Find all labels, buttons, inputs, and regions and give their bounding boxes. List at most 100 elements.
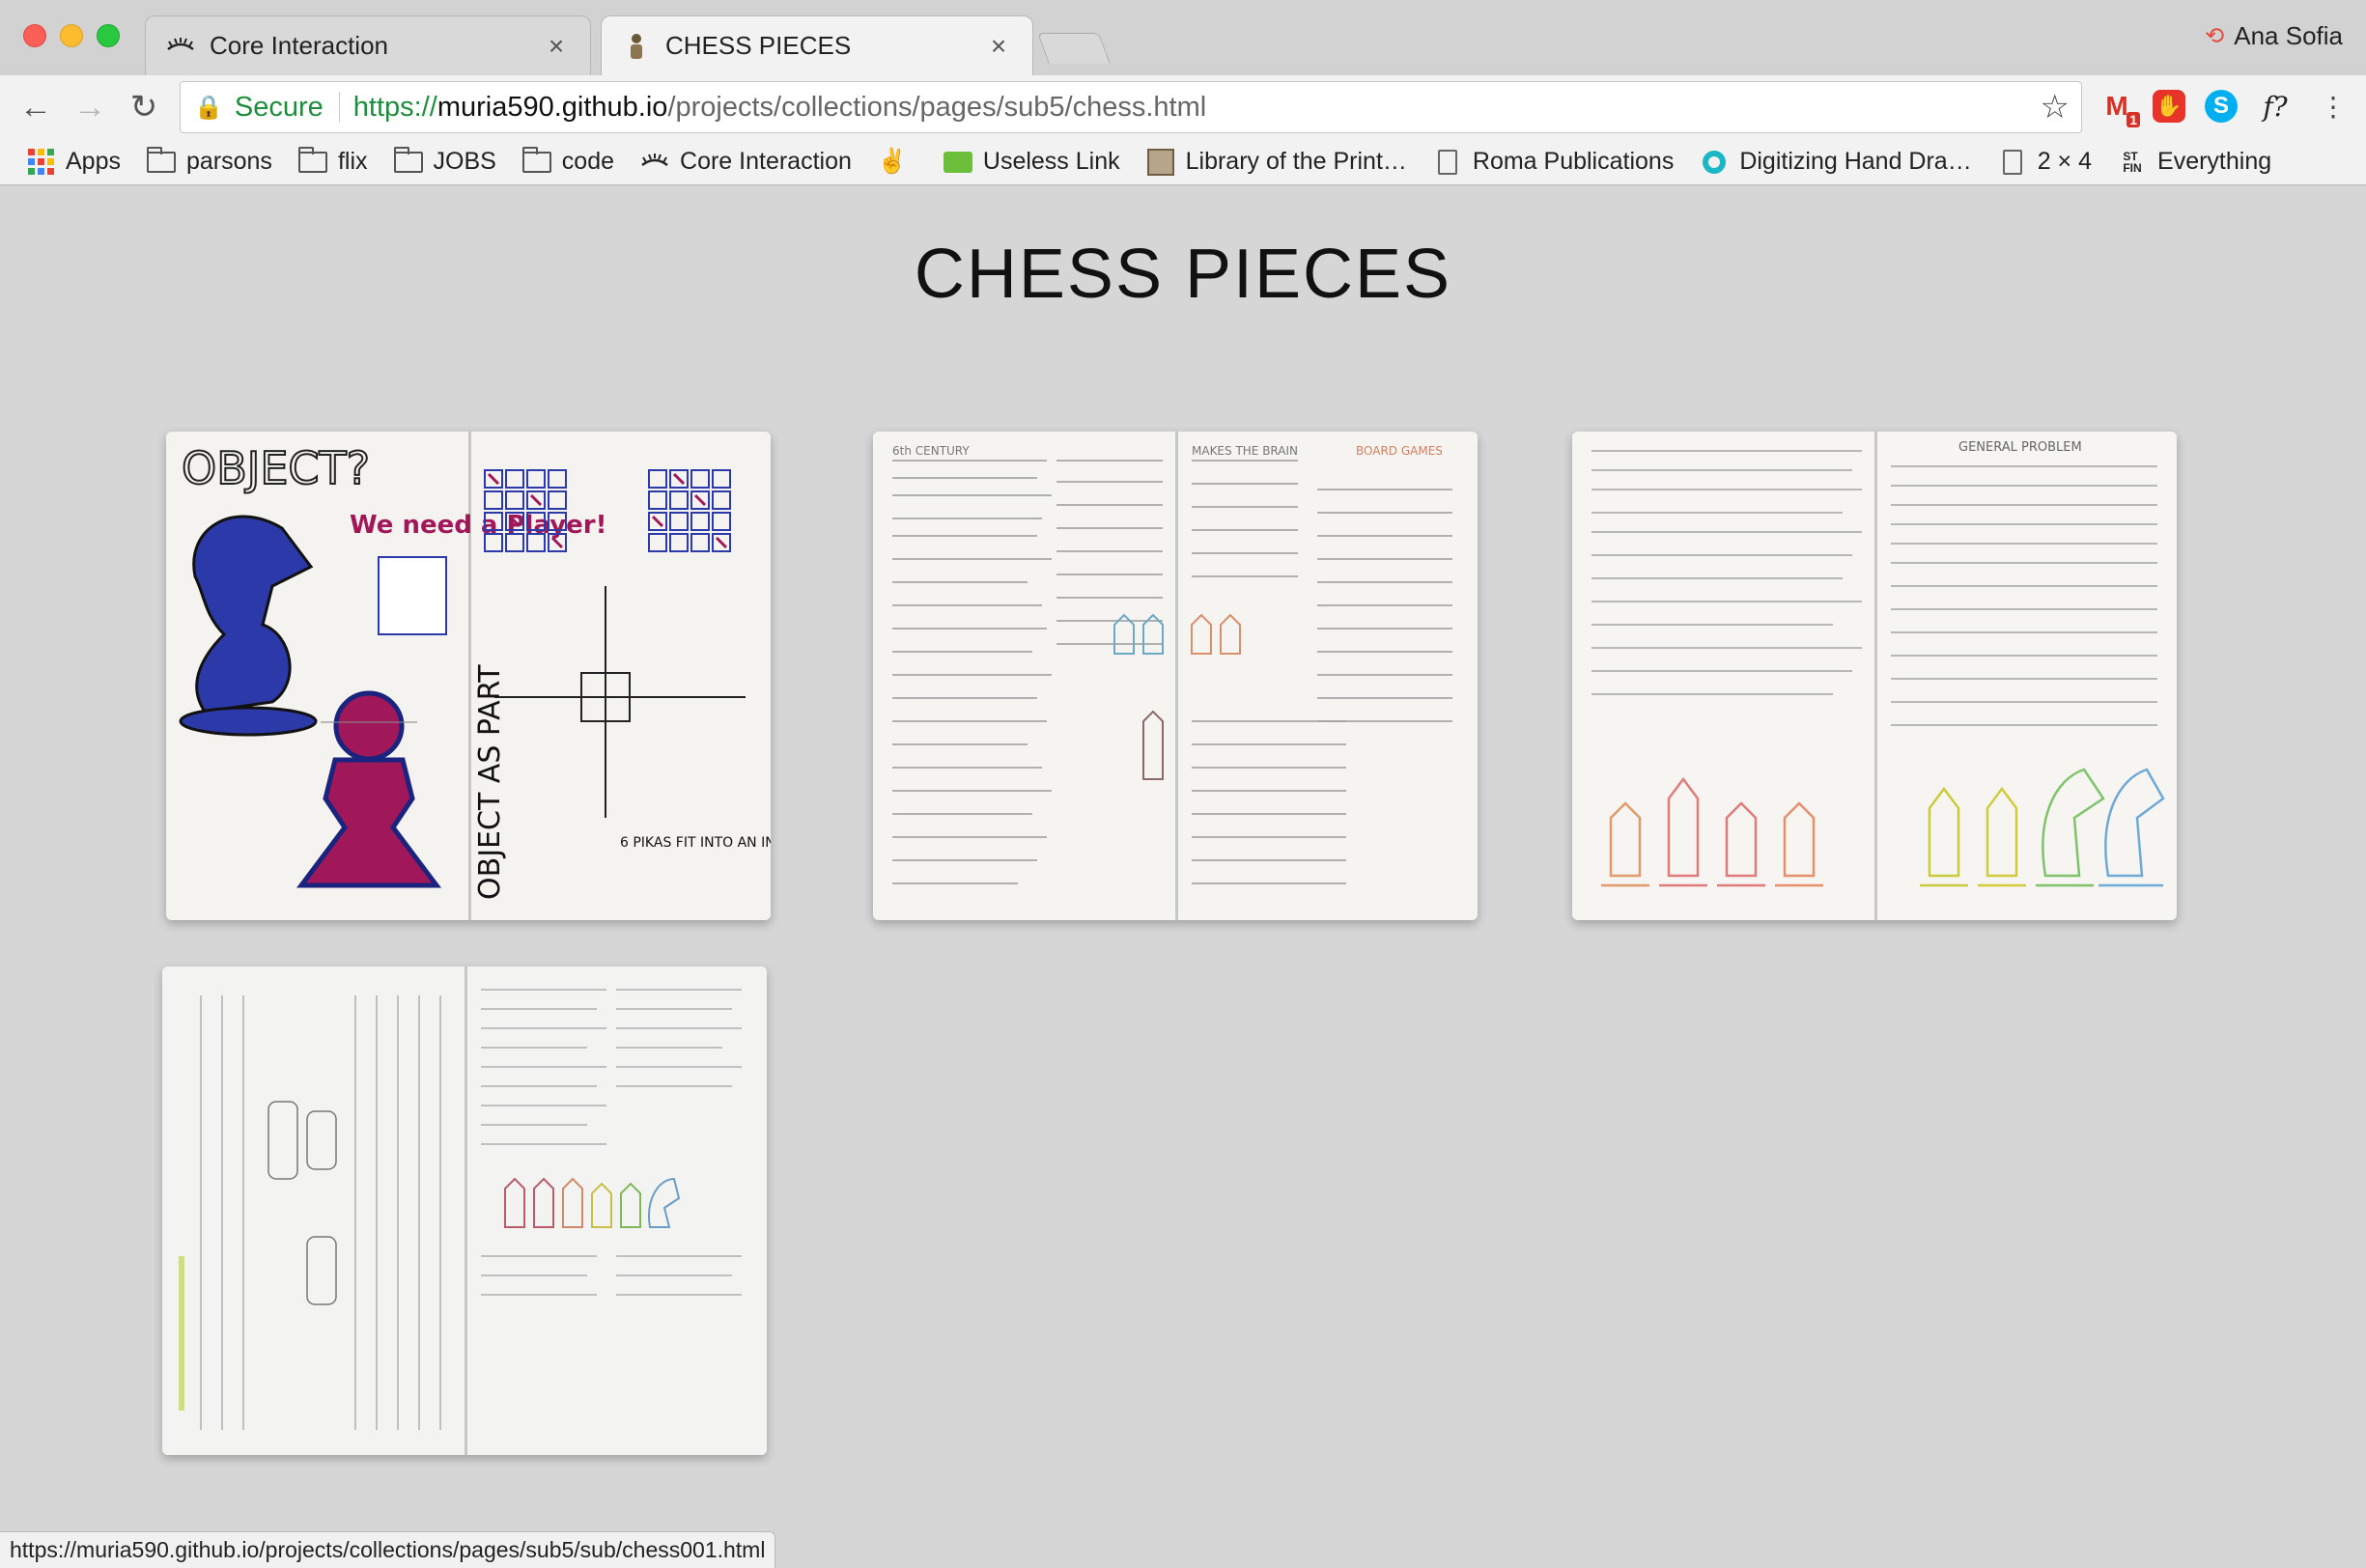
bookmark-label: Roma Publications	[1472, 148, 1675, 175]
bookmark-label: Everything	[2157, 148, 2272, 175]
svg-text:BOARD GAMES: BOARD GAMES	[1356, 444, 1443, 458]
sync-error-icon: ⟲	[2205, 23, 2225, 49]
bookmark-star-icon[interactable]: ☆	[2041, 88, 2070, 126]
close-window-button[interactable]	[23, 24, 46, 47]
skype-icon: S	[2205, 90, 2238, 123]
bookmark-label: flix	[337, 148, 368, 175]
notebook-sketch-image	[162, 966, 767, 1455]
svg-text:OBJECT?: OBJECT?	[182, 442, 370, 494]
bookmark-folder-flix[interactable]: flix	[297, 146, 368, 176]
bookmark-folder-jobs[interactable]: JOBS	[393, 146, 496, 176]
folder-icon	[521, 146, 552, 173]
bookmark-label: Core Interaction	[680, 148, 852, 175]
chess-notebook-3-thumbnail[interactable]: GENERAL PROBLEM	[1572, 432, 2177, 920]
svg-text:6th CENTURY: 6th CENTURY	[892, 444, 970, 458]
browser-menu-button[interactable]: ⋮	[2314, 87, 2352, 126]
gmail-extension-button[interactable]: M 1	[2098, 87, 2140, 127]
adblock-extension-button[interactable]: ✋	[2150, 87, 2188, 126]
bookmark-folder-code[interactable]: code	[521, 146, 615, 176]
folder-icon	[393, 146, 424, 173]
bookmark-label: JOBS	[433, 148, 496, 175]
profile-name: Ana Sofia	[2234, 21, 2343, 50]
tab-core-interaction[interactable]: Core Interaction ×	[145, 15, 591, 75]
bookmark-library-print[interactable]: Library of the Print…	[1145, 148, 1407, 176]
tab-chess-pieces[interactable]: CHESS PIECES ×	[601, 15, 1033, 75]
secure-label: Secure	[234, 91, 324, 123]
peace-hand-icon: ✌	[877, 148, 908, 175]
tab-close-icon[interactable]: ×	[984, 31, 1013, 62]
gmail-icon: M	[2105, 91, 2128, 121]
url-host: muria590.github.io	[437, 91, 668, 123]
page-title: CHESS PIECES	[914, 236, 1452, 313]
bookmark-useless-link[interactable]: Useless Link	[943, 148, 1120, 176]
stk-fin-icon: ST FIN	[2123, 149, 2142, 175]
bookmark-folder-parsons[interactable]: parsons	[146, 146, 272, 176]
bookmark-label: Digitizing Hand Dra…	[1739, 148, 1972, 175]
tab-strip: Core Interaction × CHESS PIECES × ⟲ Ana …	[0, 0, 2366, 75]
bookmark-label: Apps	[66, 148, 121, 175]
bookmark-2x4[interactable]: 2 × 4	[1997, 148, 2092, 176]
green-badge-icon	[943, 151, 973, 173]
toolbar: ← → ↻ 🔒 Secure https:// muria590.github.…	[0, 75, 2366, 139]
tab-close-icon[interactable]: ×	[542, 31, 571, 62]
tab-title: CHESS PIECES	[665, 31, 852, 60]
folder-icon	[146, 146, 177, 173]
svg-text:MAKES THE BRAIN: MAKES THE BRAIN	[1192, 444, 1298, 458]
zoom-window-button[interactable]	[97, 24, 120, 47]
teal-circle-icon	[1699, 150, 1730, 174]
svg-text:We need a Player!: We need a Player!	[350, 511, 606, 540]
reload-button[interactable]: ↻	[122, 85, 166, 129]
lock-icon: 🔒	[194, 94, 223, 121]
bookmark-core-interaction[interactable]: Core Interaction	[639, 148, 852, 176]
bookmark-apps[interactable]: Apps	[25, 148, 121, 176]
library-icon	[1145, 148, 1176, 176]
profile-button[interactable]: ⟲ Ana Sofia	[2205, 21, 2343, 51]
skype-extension-button[interactable]: S	[2202, 87, 2240, 126]
bookmark-label: parsons	[185, 148, 272, 175]
adblock-hand-icon: ✋	[2153, 90, 2185, 123]
bookmark-label: Useless Link	[982, 148, 1120, 175]
page-content: CHESS PIECES OBJECT? We need a Player! O…	[0, 186, 2366, 1568]
bookmark-roma-publications[interactable]: Roma Publications	[1432, 148, 1674, 176]
minimize-window-button[interactable]	[60, 24, 83, 47]
bookmark-digitizing[interactable]: Digitizing Hand Dra…	[1699, 148, 1972, 176]
new-tab-button[interactable]	[1037, 33, 1111, 64]
svg-text:GENERAL PROBLEM: GENERAL PROBLEM	[1958, 440, 2082, 455]
reload-icon: ↻	[129, 89, 158, 126]
svg-text:6 PIKAS FIT INTO AN INCH: 6 PIKAS FIT INTO AN INCH	[620, 835, 771, 851]
address-bar[interactable]: 🔒 Secure https:// muria590.github.io /pr…	[180, 81, 2082, 133]
figure-icon	[621, 31, 652, 62]
eyelash-icon	[639, 153, 670, 171]
fontface-extension-button[interactable]: f?	[2256, 87, 2295, 126]
gmail-badge: 1	[2127, 112, 2140, 127]
notebook-sketch-image: OBJECT? We need a Player! OBJECT AS PART…	[166, 432, 771, 920]
notebook-sketch-image: 6th CENTURY MAKES THE BRAIN BOARD GAMES	[873, 432, 1478, 920]
status-url: https://muria590.github.io/projects/coll…	[10, 1537, 766, 1562]
url-scheme: https://	[352, 91, 437, 123]
chess-notebook-1-thumbnail[interactable]: OBJECT? We need a Player! OBJECT AS PART…	[166, 432, 771, 920]
kebab-menu-icon: ⋮	[2320, 91, 2347, 122]
apps-grid-icon	[25, 149, 56, 175]
bookmarks-bar: Apps parsons flix JOBS code Core Interac…	[0, 139, 2366, 185]
forward-button[interactable]: →	[68, 85, 112, 129]
notebook-sketch-image: GENERAL PROBLEM	[1572, 432, 2177, 920]
folder-icon	[297, 146, 328, 173]
url-path: /projects/collections/pages/sub5/chess.h…	[667, 91, 1207, 123]
back-button[interactable]: ←	[14, 85, 58, 129]
svg-text:OBJECT AS PART: OBJECT AS PART	[473, 664, 507, 900]
chess-notebook-4-thumbnail[interactable]	[162, 966, 767, 1455]
document-icon	[1432, 149, 1463, 175]
browser-chrome: Core Interaction × CHESS PIECES × ⟲ Ana …	[0, 0, 2366, 185]
bookmark-everything[interactable]: ST FIN Everything	[2117, 148, 2271, 176]
divider	[338, 92, 340, 123]
arrow-left-icon: ←	[19, 88, 52, 126]
bookmark-label: 2 × 4	[2037, 148, 2093, 175]
status-bar: https://muria590.github.io/projects/coll…	[0, 1531, 776, 1568]
bookmark-label: Library of the Print…	[1185, 148, 1407, 175]
chess-notebook-2-thumbnail[interactable]: 6th CENTURY MAKES THE BRAIN BOARD GAMES	[873, 432, 1478, 920]
arrow-right-icon: →	[73, 88, 106, 126]
bookmark-peace[interactable]: ✌	[877, 148, 917, 176]
tab-title: Core Interaction	[210, 31, 388, 60]
fquery-label: f?	[2263, 90, 2288, 123]
bookmark-label: code	[561, 148, 615, 175]
